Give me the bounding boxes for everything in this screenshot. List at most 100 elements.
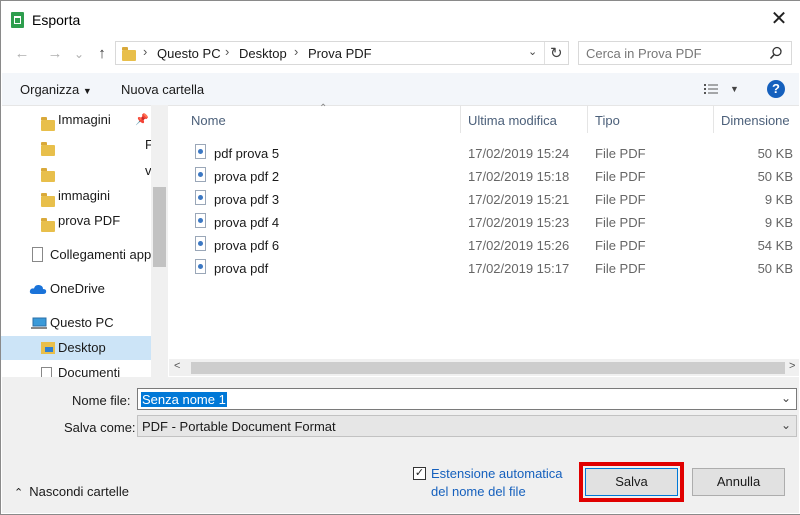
file-name: pdf prova 5	[214, 146, 280, 161]
search-box[interactable]: Cerca in Prova PDF	[578, 41, 792, 65]
folder-icon	[122, 47, 136, 61]
hide-folders-label: Nascondi cartelle	[29, 484, 129, 499]
savetype-label: Salva come:	[64, 420, 136, 435]
file-size: 54 KB	[757, 238, 793, 253]
sidebar-item-label: Documenti	[58, 365, 121, 377]
column-header-modified[interactable]: Ultima modifica	[468, 113, 557, 128]
file-name: prova pdf 2	[214, 169, 280, 184]
file-name: prova pdf 3	[214, 192, 280, 207]
sidebar-item-label: prova PDF	[58, 213, 121, 228]
up-arrow-icon[interactable]: ↑	[93, 44, 111, 64]
chevron-down-icon[interactable]: ⌄	[781, 418, 791, 432]
hide-folders-button[interactable]: ⌃ Nascondi cartelle	[14, 484, 129, 499]
file-type: File PDF	[595, 146, 646, 161]
search-icon[interactable]	[769, 46, 783, 60]
filename-input[interactable]: Senza nome 1 ⌄	[137, 388, 797, 410]
forward-arrow-icon[interactable]: →	[44, 44, 66, 64]
file-row[interactable]: pdf prova 5 17/02/2019 15:24 File PDF 50…	[191, 142, 797, 165]
sidebar-item-prova-pdf[interactable]: prova PDF	[1, 209, 151, 233]
sort-ascending-icon: ⌃	[319, 103, 328, 114]
auto-extension-checkbox[interactable]: ✓	[413, 467, 426, 480]
spreadsheet-app-icon	[11, 12, 24, 28]
sidebar-item-label: OneDrive	[50, 281, 105, 296]
column-header-type[interactable]: Tipo	[595, 113, 620, 128]
sidebar-item-documenti[interactable]: Documenti	[1, 361, 151, 377]
sidebar-item-collegamenti-app[interactable]: Collegamenti app	[1, 243, 151, 267]
file-name: prova pdf 4	[214, 215, 280, 230]
column-divider[interactable]	[587, 105, 588, 133]
breadcrumb-separator: ›	[225, 44, 230, 59]
help-icon[interactable]: ?	[767, 80, 785, 98]
caret-down-icon: ▼	[82, 86, 92, 96]
navigation-pane: Immagini 📌 F v immagini prova PDF Colleg…	[1, 105, 151, 377]
sidebar-item-label: immagini	[58, 188, 111, 203]
pdf-file-icon	[195, 236, 206, 251]
new-folder-button[interactable]: Nuova cartella	[121, 82, 204, 97]
column-divider[interactable]	[713, 105, 714, 133]
file-row[interactable]: prova pdf 2 17/02/2019 15:18 File PDF 50…	[191, 165, 797, 188]
sidebar-item-desktop[interactable]: Desktop	[1, 336, 151, 360]
column-header-size[interactable]: Dimensione	[721, 113, 790, 128]
navigation-scrollbar-thumb[interactable]	[153, 187, 166, 267]
close-icon[interactable]: ✕	[768, 8, 790, 30]
breadcrumb-separator: ›	[294, 44, 299, 59]
auto-extension-label-line1[interactable]: Estensione automatica	[431, 466, 563, 481]
sidebar-item-folder-f[interactable]: F	[1, 133, 151, 157]
folder-icon	[41, 117, 55, 131]
sidebar-item-immagini[interactable]: immagini	[1, 184, 151, 208]
column-header-name[interactable]: Nome	[191, 113, 226, 128]
pdf-file-icon	[195, 190, 206, 205]
pdf-file-icon	[195, 213, 206, 228]
file-modified: 17/02/2019 15:23	[468, 215, 570, 230]
back-arrow-icon[interactable]: ←	[11, 44, 33, 64]
chevron-down-icon[interactable]: ⌄	[781, 391, 791, 405]
file-row[interactable]: prova pdf 3 17/02/2019 15:21 File PDF 9 …	[191, 188, 797, 211]
sidebar-item-label: Immagini	[58, 112, 111, 127]
computer-icon	[31, 317, 47, 329]
scroll-left-icon[interactable]: <	[174, 360, 180, 372]
recent-locations-chevron-icon[interactable]: ⌄	[71, 44, 87, 64]
file-name: prova pdf 6	[214, 238, 280, 253]
savetype-select[interactable]: PDF - Portable Document Format ⌄	[137, 415, 797, 437]
horizontal-scrollbar-thumb[interactable]	[191, 362, 785, 374]
highlight-frame	[579, 462, 684, 502]
address-dropdown-icon[interactable]: ⌄	[528, 45, 537, 58]
auto-extension-label-line2[interactable]: del nome del file	[431, 484, 526, 499]
file-type: File PDF	[595, 169, 646, 184]
title-bar: Esporta ✕	[1, 1, 800, 39]
document-icon	[41, 367, 52, 377]
sidebar-item-onedrive[interactable]: OneDrive	[1, 277, 151, 301]
sidebar-item-label: Questo PC	[50, 315, 114, 330]
folder-icon	[41, 168, 55, 182]
file-size: 9 KB	[764, 215, 793, 230]
sidebar-item-folder-v[interactable]: v	[1, 159, 151, 183]
breadcrumb-prova-pdf[interactable]: Prova PDF	[308, 46, 372, 61]
file-type: File PDF	[595, 238, 646, 253]
dialog-title: Esporta	[32, 12, 81, 28]
file-name: prova pdf	[214, 261, 269, 276]
sidebar-item-label: Collegamenti app	[50, 247, 151, 262]
column-divider[interactable]	[460, 105, 461, 133]
sidebar-item-questo-pc[interactable]: Questo PC	[1, 311, 151, 335]
file-size: 50 KB	[757, 169, 793, 184]
sidebar-item-immagini-pinned[interactable]: Immagini 📌	[1, 108, 151, 132]
folder-icon	[41, 142, 55, 156]
breadcrumb-questo-pc[interactable]: Questo PC	[157, 46, 221, 61]
address-bar[interactable]: › Questo PC › Desktop › Prova PDF ⌄ ↻	[115, 41, 569, 65]
filename-value: Senza nome 1	[141, 392, 227, 407]
refresh-icon[interactable]: ↻	[550, 44, 563, 62]
file-row[interactable]: prova pdf 6 17/02/2019 15:26 File PDF 54…	[191, 234, 797, 257]
search-input[interactable]: Cerca in Prova PDF	[586, 46, 702, 61]
file-type: File PDF	[595, 192, 646, 207]
view-dropdown-icon[interactable]: ▼	[730, 84, 739, 94]
file-row[interactable]: prova pdf 4 17/02/2019 15:23 File PDF 9 …	[191, 211, 797, 234]
file-modified: 17/02/2019 15:24	[468, 146, 570, 161]
view-options-icon[interactable]	[704, 83, 720, 95]
cancel-button[interactable]: Annulla	[692, 468, 785, 496]
breadcrumb-desktop[interactable]: Desktop	[239, 46, 287, 61]
file-row[interactable]: prova pdf 17/02/2019 15:17 File PDF 50 K…	[191, 257, 797, 280]
file-modified: 17/02/2019 15:18	[468, 169, 570, 184]
scroll-right-icon[interactable]: >	[789, 360, 795, 372]
file-size: 50 KB	[757, 261, 793, 276]
organize-button[interactable]: Organizza ▼	[20, 82, 92, 97]
